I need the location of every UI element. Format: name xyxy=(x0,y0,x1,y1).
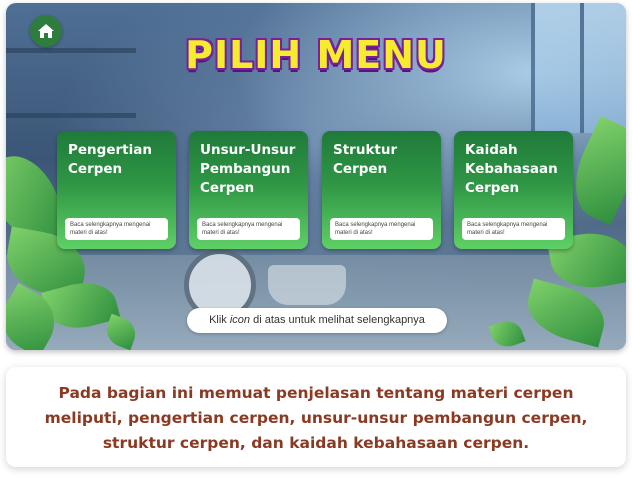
card-title-line: Kebahasaan xyxy=(465,161,558,177)
card-note: Baca selengkapnya mengenai materi di ata… xyxy=(197,218,300,240)
card-title: Unsur-Unsur Pembangun Cerpen xyxy=(200,141,297,198)
menu-card-pengertian-cerpen[interactable]: Pengertian Cerpen Baca selengkapnya meng… xyxy=(57,131,176,249)
description-caption: Pada bagian ini memuat penjelasan tentan… xyxy=(6,367,626,467)
card-title-line: Cerpen xyxy=(465,180,520,196)
card-title-line: Cerpen xyxy=(333,161,388,177)
card-title-line: Cerpen xyxy=(200,180,255,196)
card-title-line: Kaidah xyxy=(465,142,518,158)
hint-text: di atas untuk melihat selengkapnya xyxy=(250,314,425,326)
card-title-line: Pembangun xyxy=(200,161,291,177)
bookshelf-decoration xyxy=(6,113,136,118)
instruction-hint: Klik icon di atas untuk melihat selengka… xyxy=(187,308,447,333)
hint-text: Klik xyxy=(209,314,230,326)
card-title-line: Struktur xyxy=(333,142,398,158)
card-title: Pengertian Cerpen xyxy=(68,141,165,179)
card-note: Baca selengkapnya mengenai materi di ata… xyxy=(462,218,565,240)
card-note: Baca selengkapnya mengenai materi di ata… xyxy=(65,218,168,240)
card-note: Baca selengkapnya mengenai materi di ata… xyxy=(330,218,433,240)
page-title: PILIH MENU xyxy=(185,33,447,77)
card-title-line: Cerpen xyxy=(68,161,123,177)
menu-card-unsur-unsur-pembangun-cerpen[interactable]: Unsur-Unsur Pembangun Cerpen Baca seleng… xyxy=(189,131,308,249)
menu-card-list: Pengertian Cerpen Baca selengkapnya meng… xyxy=(57,131,577,249)
card-title-line: Unsur-Unsur xyxy=(200,142,296,158)
card-title-line: Pengertian xyxy=(68,142,152,158)
cup-decoration xyxy=(268,265,346,305)
card-title: Kaidah Kebahasaan Cerpen xyxy=(465,141,562,198)
menu-stage: PILIH MENU Pengertian Cerpen Baca seleng… xyxy=(6,3,626,350)
card-title: Struktur Cerpen xyxy=(333,141,430,179)
menu-card-kaidah-kebahasaan-cerpen[interactable]: Kaidah Kebahasaan Cerpen Baca selengkapn… xyxy=(454,131,573,249)
hint-emphasis: icon xyxy=(229,314,251,326)
menu-card-struktur-cerpen[interactable]: Struktur Cerpen Baca selengkapnya mengen… xyxy=(322,131,441,249)
